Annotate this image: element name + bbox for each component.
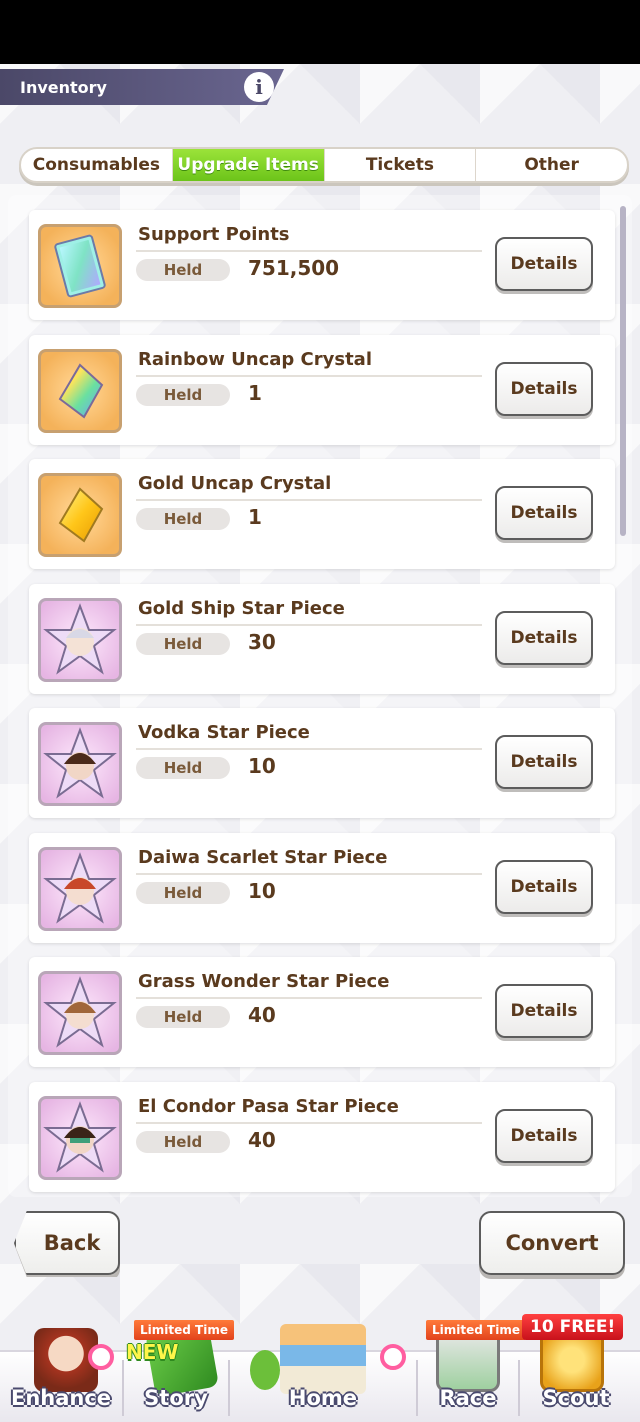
horseshoe-icon <box>380 1344 406 1370</box>
nav-label: Scout <box>542 1386 610 1410</box>
nav-enhance[interactable]: Enhance <box>0 1310 122 1422</box>
nav-label: Story <box>144 1386 208 1410</box>
new-tag: NEW <box>126 1340 179 1364</box>
held-badge: Held <box>136 633 230 655</box>
info-icon[interactable]: i <box>244 72 274 102</box>
item-name: Gold Ship Star Piece <box>138 598 345 619</box>
held-value: 30 <box>248 630 276 654</box>
tree-icon <box>250 1350 280 1390</box>
held-value: 40 <box>248 1003 276 1027</box>
divider <box>136 873 482 875</box>
page-title: Inventory <box>20 77 107 97</box>
divider <box>136 624 482 626</box>
list-scrollbar[interactable] <box>620 206 626 536</box>
list-item: Vodka Star Piece Held 10 Details <box>29 708 615 818</box>
item-name: El Condor Pasa Star Piece <box>138 1096 399 1117</box>
support-card-icon <box>38 224 122 308</box>
list-item: El Condor Pasa Star Piece Held 40 Detail… <box>29 1082 615 1192</box>
item-name: Daiwa Scarlet Star Piece <box>138 847 388 868</box>
nav-label: Enhance <box>10 1386 112 1410</box>
held-value: 751,500 <box>248 256 340 280</box>
category-tabs: Consumables Upgrade Items Tickets Other <box>19 147 629 183</box>
star-piece-icon <box>38 971 122 1055</box>
item-name: Grass Wonder Star Piece <box>138 971 390 992</box>
details-button[interactable]: Details <box>495 1109 593 1163</box>
nav-label: Home <box>288 1386 358 1410</box>
divider <box>136 375 482 377</box>
free-scout-badge: 10 FREE! <box>522 1314 624 1340</box>
star-piece-icon <box>38 1096 122 1180</box>
held-badge: Held <box>136 757 230 779</box>
rainbow-crystal-icon <box>38 349 122 433</box>
divider <box>136 748 482 750</box>
status-bar <box>0 0 640 64</box>
nav-scout[interactable]: 10 FREE! Scout <box>520 1310 632 1422</box>
star-piece-icon <box>38 722 122 806</box>
held-badge: Held <box>136 259 230 281</box>
held-value: 1 <box>248 381 262 405</box>
held-value: 10 <box>248 754 276 778</box>
details-button[interactable]: Details <box>495 486 593 540</box>
held-badge: Held <box>136 508 230 530</box>
tab-upgrade-items[interactable]: Upgrade Items <box>172 149 325 181</box>
limited-time-ribbon: Limited Time <box>134 1320 234 1340</box>
held-value: 10 <box>248 879 276 903</box>
held-badge: Held <box>136 1131 230 1153</box>
bottom-nav: Enhance Limited Time NEW Story Home Limi… <box>0 1310 640 1422</box>
details-button[interactable]: Details <box>495 984 593 1038</box>
nav-home[interactable]: Home <box>230 1310 416 1422</box>
details-button[interactable]: Details <box>495 362 593 416</box>
tab-other[interactable]: Other <box>476 149 627 181</box>
gold-crystal-icon <box>38 473 122 557</box>
held-value: 1 <box>248 505 262 529</box>
item-name: Gold Uncap Crystal <box>138 473 332 494</box>
details-button[interactable]: Details <box>495 611 593 665</box>
list-item: Grass Wonder Star Piece Held 40 Details <box>29 957 615 1067</box>
held-badge: Held <box>136 882 230 904</box>
divider <box>136 997 482 999</box>
list-item: Rainbow Uncap Crystal Held 1 Details <box>29 335 615 445</box>
held-badge: Held <box>136 384 230 406</box>
star-piece-icon <box>38 847 122 931</box>
held-badge: Held <box>136 1006 230 1028</box>
details-button[interactable]: Details <box>495 735 593 789</box>
list-item: Gold Uncap Crystal Held 1 Details <box>29 459 615 569</box>
limited-time-ribbon: Limited Time <box>426 1320 526 1340</box>
tab-consumables[interactable]: Consumables <box>21 149 173 181</box>
divider <box>136 250 482 252</box>
held-value: 40 <box>248 1128 276 1152</box>
horseshoe-icon <box>88 1344 114 1370</box>
convert-button[interactable]: Convert <box>479 1211 625 1275</box>
tab-tickets[interactable]: Tickets <box>325 149 477 181</box>
divider <box>136 1122 482 1124</box>
back-button[interactable]: Back <box>14 1211 120 1275</box>
nav-race[interactable]: Limited Time Race <box>418 1310 526 1422</box>
inventory-header: Inventory <box>0 69 284 105</box>
list-item: Support Points Held 751,500 Details <box>29 210 615 320</box>
star-piece-icon <box>38 598 122 682</box>
list-item: Gold Ship Star Piece Held 30 Details <box>29 584 615 694</box>
list-item: Daiwa Scarlet Star Piece Held 10 Details <box>29 833 615 943</box>
details-button[interactable]: Details <box>495 860 593 914</box>
nav-story[interactable]: Limited Time NEW Story <box>124 1310 234 1422</box>
home-building-icon <box>280 1324 366 1394</box>
divider <box>136 499 482 501</box>
details-button[interactable]: Details <box>495 237 593 291</box>
nav-label: Race <box>439 1386 497 1410</box>
item-name: Rainbow Uncap Crystal <box>138 349 372 370</box>
item-name: Support Points <box>138 224 290 245</box>
item-name: Vodka Star Piece <box>138 722 310 743</box>
